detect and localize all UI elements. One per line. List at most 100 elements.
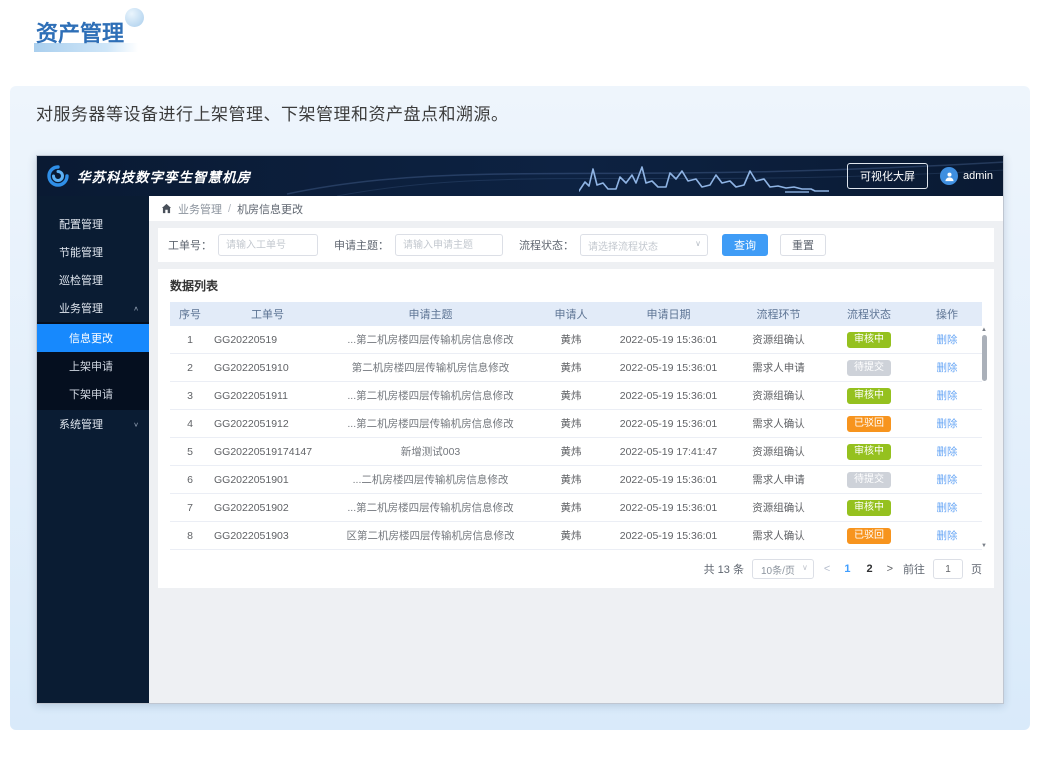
cell-order-no: GG20220519 <box>210 334 325 346</box>
goto-label: 前往 <box>903 561 925 577</box>
cell-step: 资源组确认 <box>731 332 826 347</box>
page-number-1[interactable]: 1 <box>840 563 854 575</box>
breadcrumb-section[interactable]: 业务管理 <box>178 201 222 217</box>
cell-step: 需求人申请 <box>731 360 826 375</box>
work-order-input[interactable] <box>218 234 318 256</box>
cell-date: 2022-05-19 15:36:01 <box>606 390 731 402</box>
chevron-down-icon: ∨ <box>802 563 808 572</box>
work-order-label: 工单号： <box>168 237 212 253</box>
subject-input[interactable] <box>395 234 503 256</box>
app-header: 华苏科技数字孪生智慧机房 可视化大屏 admin <box>37 156 1003 196</box>
table-row: 7 GG2022051902 ...第二机房楼四层传输机房信息修改 黄炜 202… <box>170 494 982 522</box>
status-badge: 已驳回 <box>847 416 891 432</box>
cell-date: 2022-05-19 15:36:01 <box>606 418 731 430</box>
sidebar-item-config[interactable]: 配置管理 <box>37 210 149 238</box>
cell-order-no: GG20220519174147 <box>210 446 325 458</box>
page-title-text: 资产管理 <box>36 21 124 46</box>
sidebar-item-label: 信息更改 <box>69 330 113 346</box>
user-menu[interactable]: admin <box>940 167 993 185</box>
delete-link[interactable]: 删除 <box>937 474 958 486</box>
delete-link[interactable]: 删除 <box>937 418 958 430</box>
data-list-title: 数据列表 <box>170 277 982 294</box>
table-body: 1 GG20220519 ...第二机房楼四层传输机房信息修改 黄炜 2022-… <box>170 326 982 550</box>
sidebar-item-system[interactable]: 系统管理 ∨ <box>37 410 149 438</box>
skyline-decoration <box>579 160 829 194</box>
cell-applicant: 黄炜 <box>536 444 606 459</box>
sidebar-item-energy[interactable]: 节能管理 <box>37 238 149 266</box>
column-header-date: 申请日期 <box>606 306 731 322</box>
app-body: 配置管理 节能管理 巡检管理 业务管理 ∧ 信息更改 上架申请 <box>37 196 1003 703</box>
filter-bar: 工单号： 申请主题： 流程状态： 请选择流程状态 ∨ 查询 重置 <box>158 228 994 262</box>
table-row: 1 GG20220519 ...第二机房楼四层传输机房信息修改 黄炜 2022-… <box>170 326 982 354</box>
cell-subject: ...第二机房楼四层传输机房信息修改 <box>325 332 536 347</box>
cell-order-no: GG2022051902 <box>210 502 325 514</box>
delete-link[interactable]: 删除 <box>937 362 958 374</box>
cell-applicant: 黄炜 <box>536 472 606 487</box>
delete-link[interactable]: 删除 <box>937 334 958 346</box>
scroll-down-icon[interactable]: ▼ <box>981 542 987 550</box>
cell-order-no: GG2022051911 <box>210 390 325 402</box>
sidebar-item-label: 节能管理 <box>59 244 103 260</box>
page-size-select[interactable]: 10条/页 ∨ <box>752 559 814 579</box>
table-row: 2 GG2022051910 第二机房楼四层传输机房信息修改 黄炜 2022-0… <box>170 354 982 382</box>
page: 资产管理 对服务器等设备进行上架管理、下架管理和资产盘点和溯源。 华苏科技数字孪… <box>0 0 1040 772</box>
cell-subject: ...第二机房楼四层传输机房信息修改 <box>325 500 536 515</box>
sidebar-submenu-business: 信息更改 上架申请 下架申请 <box>37 322 149 410</box>
cell-index: 1 <box>170 334 210 346</box>
title-ball-decoration <box>125 8 144 27</box>
cell-step: 资源组确认 <box>731 444 826 459</box>
cell-order-no: GG2022051901 <box>210 474 325 486</box>
cell-index: 4 <box>170 418 210 430</box>
home-icon <box>161 203 172 214</box>
cell-date: 2022-05-19 17:41:47 <box>606 446 731 458</box>
table-row: 5 GG20220519174147 新增测试003 黄炜 2022-05-19… <box>170 438 982 466</box>
username: admin <box>963 170 993 182</box>
delete-link[interactable]: 删除 <box>937 530 958 542</box>
delete-link[interactable]: 删除 <box>937 390 958 402</box>
sidebar-item-rack-on[interactable]: 上架申请 <box>37 352 149 380</box>
status-select[interactable]: 请选择流程状态 ∨ <box>580 234 708 256</box>
reset-button[interactable]: 重置 <box>780 234 826 256</box>
delete-link[interactable]: 删除 <box>937 502 958 514</box>
sidebar-item-label: 巡检管理 <box>59 272 103 288</box>
next-page-button[interactable]: > <box>885 563 895 575</box>
delete-link[interactable]: 删除 <box>937 446 958 458</box>
goto-suffix: 页 <box>971 561 982 577</box>
table-row: 8 GG2022051903 区第二机房楼四层传输机房信息修改 黄炜 2022-… <box>170 522 982 550</box>
cell-index: 8 <box>170 530 210 542</box>
cell-step: 需求人确认 <box>731 416 826 431</box>
status-badge: 审核中 <box>847 500 891 516</box>
sidebar-item-inspection[interactable]: 巡检管理 <box>37 266 149 294</box>
status-badge: 待提交 <box>847 360 891 376</box>
column-header-applicant: 申请人 <box>536 306 606 322</box>
search-button[interactable]: 查询 <box>722 234 768 256</box>
prev-page-button[interactable]: < <box>822 563 832 575</box>
sidebar-item-label: 系统管理 <box>59 416 103 432</box>
table-scrollbar[interactable]: ▲ ▼ <box>980 326 988 550</box>
page-number-2[interactable]: 2 <box>862 563 876 575</box>
column-header-step: 流程环节 <box>731 306 826 322</box>
table-row: 3 GG2022051911 ...第二机房楼四层传输机房信息修改 黄炜 202… <box>170 382 982 410</box>
cell-step: 资源组确认 <box>731 388 826 403</box>
cell-date: 2022-05-19 15:36:01 <box>606 502 731 514</box>
scrollbar-thumb[interactable] <box>982 335 987 381</box>
cell-subject: ...第二机房楼四层传输机房信息修改 <box>325 416 536 431</box>
cell-subject: ...第二机房楼四层传输机房信息修改 <box>325 388 536 403</box>
cell-subject: 区第二机房楼四层传输机房信息修改 <box>325 528 536 543</box>
goto-page-input[interactable] <box>933 559 963 579</box>
sidebar: 配置管理 节能管理 巡检管理 业务管理 ∧ 信息更改 上架申请 <box>37 196 149 703</box>
big-screen-button[interactable]: 可视化大屏 <box>847 163 928 189</box>
sidebar-item-label: 配置管理 <box>59 216 103 232</box>
cell-step: 资源组确认 <box>731 500 826 515</box>
scroll-up-icon[interactable]: ▲ <box>981 326 987 334</box>
column-header-order-no: 工单号 <box>210 306 325 322</box>
cell-index: 7 <box>170 502 210 514</box>
sidebar-item-rack-off[interactable]: 下架申请 <box>37 380 149 408</box>
sidebar-item-business[interactable]: 业务管理 ∧ <box>37 294 149 322</box>
cell-order-no: GG2022051912 <box>210 418 325 430</box>
sidebar-item-label: 下架申请 <box>69 386 113 402</box>
brand-name: 华苏科技数字孪生智慧机房 <box>77 166 251 186</box>
sidebar-item-label: 业务管理 <box>59 300 103 316</box>
status-select-placeholder: 请选择流程状态 <box>588 238 658 253</box>
sidebar-item-info-change[interactable]: 信息更改 <box>37 324 149 352</box>
